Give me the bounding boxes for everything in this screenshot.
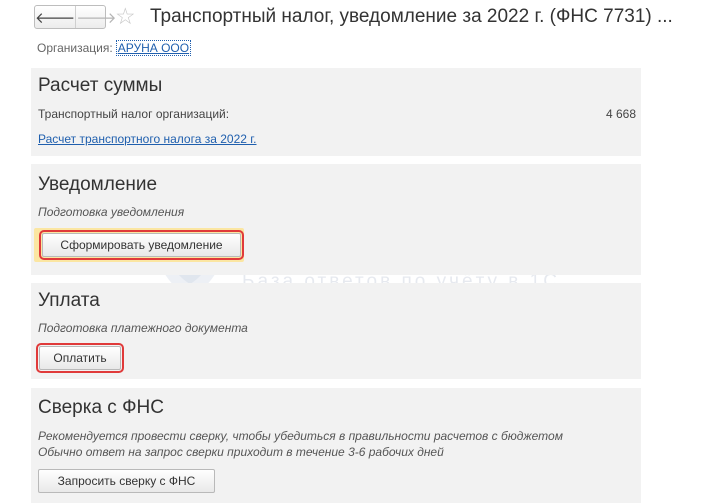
organization-label: Организация: [37, 41, 113, 55]
payment-section: Уплата Подготовка платежного документа О… [31, 283, 641, 379]
favorite-star-icon[interactable]: ☆ [115, 4, 136, 28]
reconcile-section: Сверка с ФНС Рекомендуется провести свер… [31, 388, 641, 503]
forward-button[interactable]: 🡒 [75, 6, 116, 28]
tax-amount: 4 668 [605, 107, 636, 121]
calc-section-title: Расчет суммы [38, 75, 163, 96]
calc-section: Расчет суммы Транспортный налог организа… [31, 68, 641, 156]
tax-label: Транспортный налог организаций: [38, 107, 230, 121]
back-button[interactable]: 🡐 [35, 6, 75, 28]
notice-subtitle: Подготовка уведомления [38, 205, 185, 219]
pay-button[interactable]: Оплатить [36, 343, 124, 373]
notice-section-title: Уведомление [38, 174, 158, 195]
request-reconcile-button[interactable]: Запросить сверку с ФНС [38, 469, 215, 493]
reconcile-line-2: Обычно ответ на запрос сверки приходит в… [38, 445, 444, 459]
organization-row: Организация: АРУНА ООО [37, 40, 192, 56]
payment-subtitle: Подготовка платежного документа [38, 321, 248, 335]
generate-notice-button[interactable]: Сформировать уведомление [39, 230, 244, 260]
navigation-buttons: 🡐 🡒 [34, 5, 116, 29]
reconcile-section-title: Сверка с ФНС [38, 397, 164, 418]
arrow-left-icon: 🡐 [35, 9, 76, 27]
organization-link[interactable]: АРУНА ООО [115, 40, 192, 56]
page-title: Транспортный налог, уведомление за 2022 … [150, 6, 673, 27]
arrow-right-icon: 🡒 [76, 9, 117, 27]
reconcile-line-1: Рекомендуется провести сверку, чтобы убе… [38, 429, 563, 443]
calc-report-link[interactable]: Расчет транспортного налога за 2022 г. [38, 132, 257, 146]
payment-section-title: Уплата [38, 290, 100, 311]
notice-section: Уведомление Подготовка уведомления Сформ… [31, 164, 641, 275]
